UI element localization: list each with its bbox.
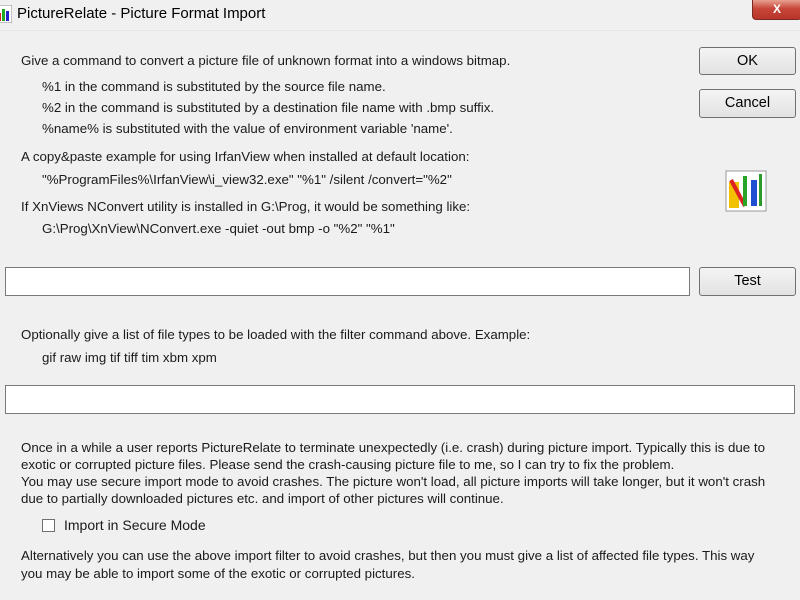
crash-note-line-1: Once in a while a user reports PictureRe…: [21, 440, 765, 455]
irfanview-label: A copy&paste example for using IrfanView…: [21, 149, 470, 164]
xnview-command: G:\Prog\XnView\NConvert.exe -quiet -out …: [42, 221, 395, 236]
crash-note-line-2: exotic or corrupted picture files. Pleas…: [21, 457, 675, 472]
intro-sub-2: %2 in the command is substituted by a de…: [42, 100, 495, 115]
secure-mode-checkbox[interactable]: [42, 519, 55, 532]
intro-text: Give a command to convert a picture file…: [21, 53, 511, 68]
crash-note-line-3: You may use secure import mode to avoid …: [21, 474, 766, 489]
command-input[interactable]: [5, 267, 690, 296]
crash-note-line-4: due to partially downloaded pictures etc…: [21, 491, 504, 506]
title-bar: PictureRelate - Picture Format Import X: [0, 0, 800, 31]
filetypes-label: Optionally give a list of file types to …: [21, 327, 531, 342]
close-button[interactable]: X: [752, 0, 800, 20]
alternative-line-1: Alternatively you can use the above impo…: [21, 548, 755, 563]
app-icon: [0, 5, 12, 23]
chart-icon: [725, 170, 767, 212]
ok-button[interactable]: OK: [699, 47, 796, 75]
window-title: PictureRelate - Picture Format Import: [17, 5, 266, 22]
intro-sub-1: %1 in the command is substituted by the …: [42, 79, 386, 94]
xnview-label: If XnViews NConvert utility is installed…: [21, 199, 471, 214]
intro-sub-3: %name% is substituted with the value of …: [42, 121, 453, 136]
irfanview-command: "%ProgramFiles%\IrfanView\i_view32.exe" …: [42, 172, 452, 187]
filetypes-input[interactable]: [5, 385, 795, 414]
alternative-line-2: you may be able to import some of the ex…: [21, 566, 415, 581]
filetypes-example: gif raw img tif tiff tim xbm xpm: [42, 350, 217, 365]
cancel-button[interactable]: Cancel: [699, 89, 796, 118]
test-button[interactable]: Test: [699, 267, 796, 296]
secure-mode-label[interactable]: Import in Secure Mode: [64, 517, 206, 533]
